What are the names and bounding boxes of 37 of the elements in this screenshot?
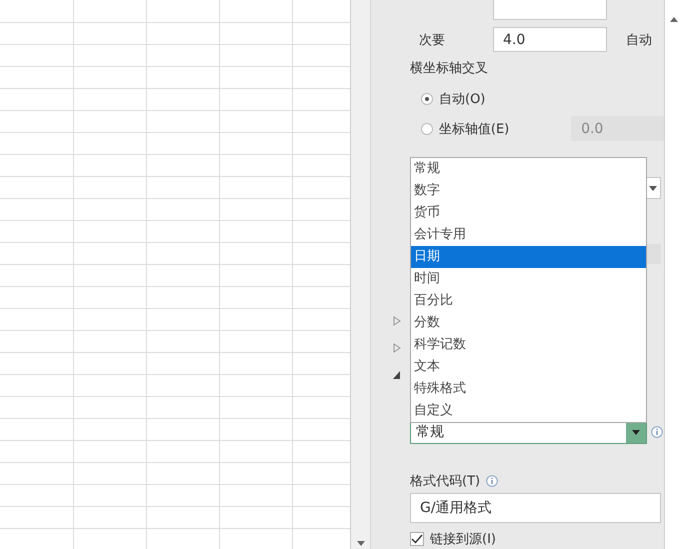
list-item[interactable]: 分数: [411, 312, 646, 334]
section-title: 横坐标轴交叉: [410, 60, 489, 78]
expand-icon[interactable]: [393, 343, 401, 353]
list-item[interactable]: 时间: [411, 268, 646, 290]
list-item[interactable]: 文本: [411, 356, 646, 378]
info-icon: [486, 475, 498, 487]
list-item[interactable]: 特殊格式: [411, 378, 646, 400]
dropdown-arrow-icon: [649, 186, 657, 190]
checkbox-label: 链接到源(I): [430, 531, 496, 548]
list-item[interactable]: 百分比: [411, 290, 646, 312]
radio-button[interactable]: [421, 122, 433, 134]
auto-label: 自动: [626, 32, 652, 48]
radio-button[interactable]: [421, 93, 433, 105]
scroll-up-icon[interactable]: [670, 17, 678, 22]
collapse-icon[interactable]: [393, 370, 401, 380]
list-item[interactable]: 会计专用: [411, 224, 646, 246]
checkbox[interactable]: [410, 532, 424, 546]
input-field[interactable]: [493, 0, 607, 20]
list-item[interactable]: 货币: [411, 202, 646, 224]
dropdown-arrow-icon: [632, 430, 640, 434]
info-icon: [651, 426, 663, 438]
field-label: 次要: [419, 32, 446, 48]
list-item[interactable]: 科学记数: [411, 334, 646, 356]
radio-label: 自动(O): [439, 91, 486, 108]
scrollbar[interactable]: [350, 0, 371, 549]
input-field[interactable]: 4.0: [493, 27, 607, 52]
list-item[interactable]: 自定义: [411, 400, 646, 422]
check-icon: [411, 534, 423, 544]
field-label: 格式代码(T): [410, 473, 480, 490]
expand-icon[interactable]: [393, 316, 401, 326]
radio-label: 坐标轴值(E): [438, 120, 510, 138]
list-item[interactable]: 日期: [411, 246, 646, 268]
dropdown-list[interactable]: 常规 数字 货币 会计专用 日期 时间 百分比 分数 科学记数 文本 特殊格式 自定义: [410, 157, 647, 423]
scroll-down-icon[interactable]: [356, 541, 364, 546]
list-item[interactable]: 数字: [411, 180, 646, 202]
list-item[interactable]: 常规: [411, 158, 646, 180]
input-field[interactable]: G/通用格式: [410, 493, 661, 523]
